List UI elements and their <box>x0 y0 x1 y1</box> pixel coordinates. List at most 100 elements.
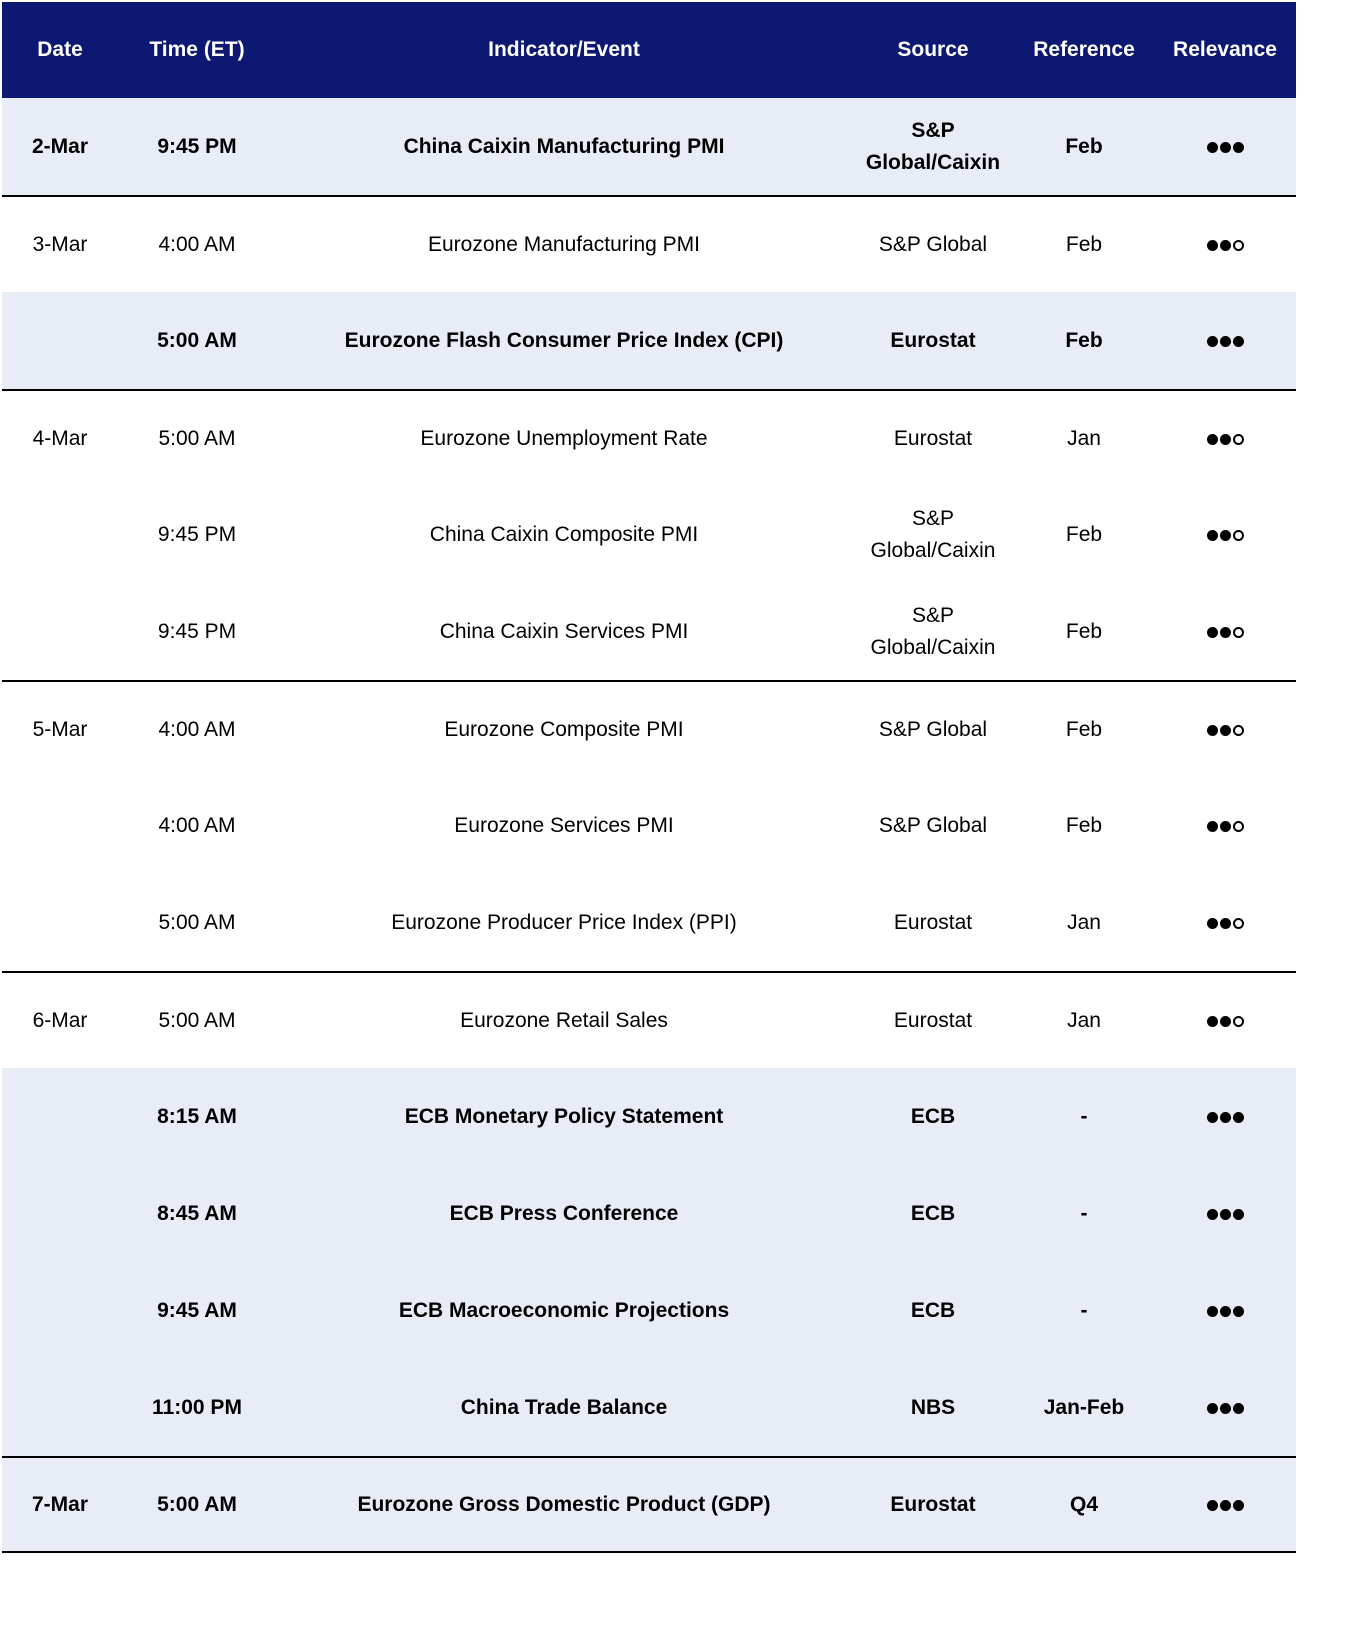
empty-dot-icon <box>1232 239 1244 251</box>
relevance-cell <box>1154 427 1296 451</box>
table-row: 7-Mar 5:00 AM Eurozone Gross Domestic Prod… <box>2 1456 1296 1553</box>
reference-cell: Feb <box>1065 134 1103 158</box>
date-cell: 4-Mar <box>32 426 88 450</box>
filled-dot-icon <box>1206 529 1218 541</box>
relevance-cell <box>1154 523 1296 547</box>
indicator-cell: China Trade Balance <box>460 1395 668 1419</box>
indicator-cell: ECB Macroeconomic Projections <box>398 1298 730 1322</box>
filled-dot-icon <box>1219 1305 1231 1317</box>
indicator-cell: China Caixin Services PMI <box>439 619 689 643</box>
source-cell: Eurostat <box>893 1008 973 1032</box>
relevance-cell <box>1154 620 1296 644</box>
relevance-rating <box>1206 1111 1244 1123</box>
filled-dot-icon <box>1206 1015 1218 1027</box>
table-row: 2-Mar 9:45 PM China Caixin Manufacturing P… <box>2 98 1296 195</box>
empty-dot-icon <box>1232 820 1244 832</box>
relevance-cell <box>1154 718 1296 742</box>
relevance-cell <box>1154 1202 1296 1226</box>
filled-dot-icon <box>1219 239 1231 251</box>
indicator-cell: Eurozone Flash Consumer Price Index (CPI… <box>344 328 784 352</box>
filled-dot-icon <box>1206 1402 1218 1414</box>
header-date: Date <box>37 38 83 61</box>
source-cell: S&P Global <box>878 232 988 256</box>
time-cell: 8:45 AM <box>157 1201 237 1225</box>
table-row: 6-Mar 5:00 AM Eurozone Retail Sales Eurosta… <box>2 971 1296 1068</box>
relevance-cell <box>1154 1396 1296 1420</box>
relevance-cell <box>1154 233 1296 257</box>
reference-cell: Feb <box>1065 522 1103 546</box>
indicator-cell: Eurozone Retail Sales <box>460 1008 668 1032</box>
filled-dot-icon <box>1232 1111 1244 1123</box>
time-cell: 5:00 AM <box>157 1492 237 1516</box>
table-body: 2-Mar 9:45 PM China Caixin Manufacturing P… <box>2 98 1296 1553</box>
relevance-rating <box>1206 433 1244 445</box>
date-cell: 3-Mar <box>32 232 88 256</box>
filled-dot-icon <box>1232 1402 1244 1414</box>
indicator-cell: China Caixin Manufacturing PMI <box>403 134 725 158</box>
filled-dot-icon <box>1219 1499 1231 1511</box>
reference-cell: - <box>1080 1104 1088 1128</box>
reference-cell: Feb <box>1065 619 1103 643</box>
filled-dot-icon <box>1219 433 1231 445</box>
table-row: 5:00 AM Eurozone Flash Consumer Price Ind… <box>2 292 1296 389</box>
time-cell: 4:00 AM <box>158 717 236 741</box>
relevance-rating <box>1206 917 1244 929</box>
time-cell: 5:00 AM <box>158 426 236 450</box>
filled-dot-icon <box>1206 917 1218 929</box>
reference-cell: Jan <box>1067 910 1101 934</box>
filled-dot-icon <box>1232 141 1244 153</box>
filled-dot-icon <box>1206 141 1218 153</box>
filled-dot-icon <box>1219 141 1231 153</box>
source-cell: S&P Global/Caixin <box>865 119 1001 174</box>
date-cell: 7-Mar <box>31 1492 89 1516</box>
table-row: 4-Mar 5:00 AM Eurozone Unemployment Rate Eu… <box>2 389 1296 486</box>
filled-dot-icon <box>1219 529 1231 541</box>
filled-dot-icon <box>1206 239 1218 251</box>
filled-dot-icon <box>1219 626 1231 638</box>
indicator-cell: Eurozone Producer Price Index (PPI) <box>391 910 737 934</box>
table-row: 8:45 AM ECB Press Conference ECB - <box>2 1165 1296 1262</box>
time-cell: 9:45 PM <box>157 134 237 158</box>
relevance-cell <box>1154 814 1296 838</box>
relevance-cell <box>1154 329 1296 353</box>
date-cell: 5-Mar <box>32 717 88 741</box>
table-row: 11:00 PM China Trade Balance NBS Jan-Feb <box>2 1359 1296 1456</box>
source-cell: ECB <box>910 1104 956 1128</box>
reference-cell: Jan <box>1067 426 1101 450</box>
time-cell: 8:15 AM <box>157 1104 237 1128</box>
filled-dot-icon <box>1206 335 1218 347</box>
reference-cell: Feb <box>1065 232 1103 256</box>
date-cell: 2-Mar <box>31 134 89 158</box>
indicator-cell: Eurozone Services PMI <box>454 813 674 837</box>
relevance-cell <box>1154 1009 1296 1033</box>
relevance-rating <box>1206 141 1244 153</box>
relevance-cell <box>1154 1493 1296 1517</box>
source-cell: Eurostat <box>893 910 973 934</box>
filled-dot-icon <box>1206 820 1218 832</box>
indicator-cell: ECB Press Conference <box>449 1201 679 1225</box>
empty-dot-icon <box>1232 1015 1244 1027</box>
time-cell: 4:00 AM <box>158 232 236 256</box>
relevance-rating <box>1206 820 1244 832</box>
economic-calendar-table: Date Time (ET) Indicator/Event Source Re… <box>2 2 1296 1553</box>
filled-dot-icon <box>1219 1015 1231 1027</box>
relevance-rating <box>1206 1402 1244 1414</box>
relevance-rating <box>1206 724 1244 736</box>
source-cell: Eurostat <box>890 328 976 352</box>
indicator-cell: Eurozone Manufacturing PMI <box>428 232 700 256</box>
filled-dot-icon <box>1206 1499 1218 1511</box>
filled-dot-icon <box>1219 724 1231 736</box>
relevance-rating <box>1206 1499 1244 1511</box>
time-cell: 5:00 AM <box>157 328 237 352</box>
source-cell: S&P Global/Caixin <box>870 507 996 562</box>
filled-dot-icon <box>1219 1111 1231 1123</box>
empty-dot-icon <box>1232 433 1244 445</box>
relevance-cell <box>1154 1299 1296 1323</box>
indicator-cell: Eurozone Unemployment Rate <box>420 426 708 450</box>
reference-cell: Feb <box>1065 813 1103 837</box>
time-cell: 4:00 AM <box>158 813 236 837</box>
filled-dot-icon <box>1206 1305 1218 1317</box>
filled-dot-icon <box>1232 1208 1244 1220</box>
source-cell: ECB <box>910 1298 956 1322</box>
source-cell: Eurostat <box>893 426 973 450</box>
